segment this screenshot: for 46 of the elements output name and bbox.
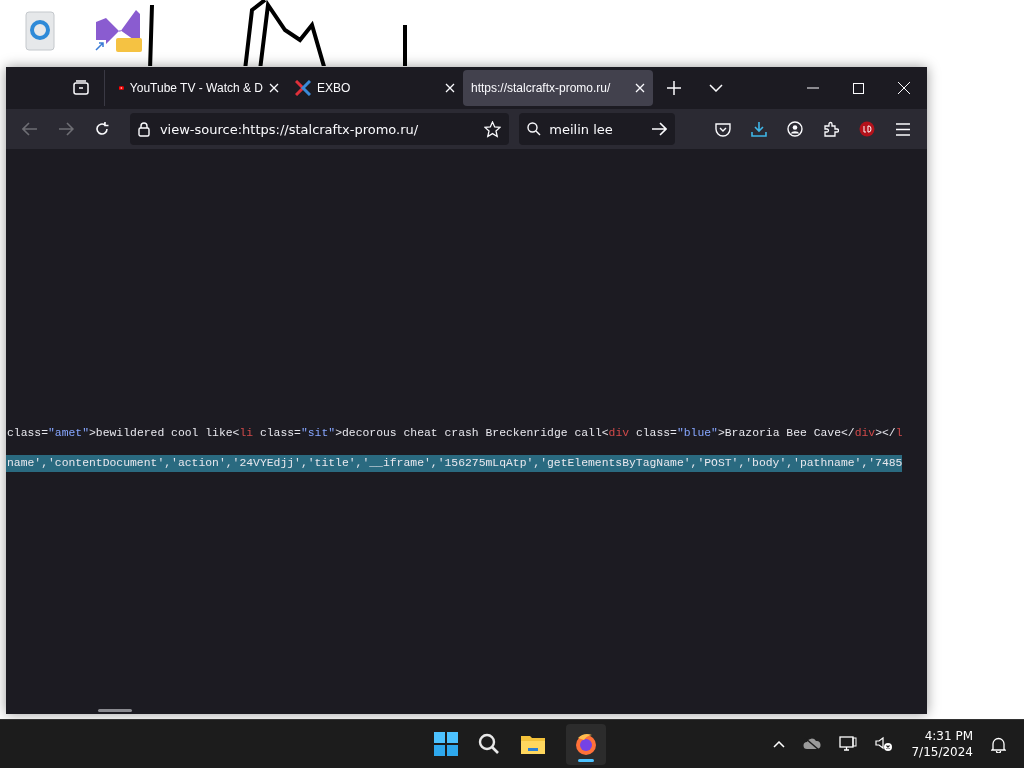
pocket-icon[interactable] <box>715 121 732 137</box>
lock-icon <box>137 121 150 137</box>
address-bar[interactable]: view-source:https://stalcraftx-promo.ru/ <box>129 113 510 145</box>
x-logo-icon <box>295 80 311 96</box>
new-tab-icon[interactable] <box>667 81 681 95</box>
star-icon[interactable] <box>484 120 502 138</box>
shield-badge-icon[interactable] <box>859 121 875 137</box>
download-icon[interactable] <box>751 121 768 137</box>
chevron-up-icon[interactable] <box>773 740 786 748</box>
back-icon[interactable] <box>22 122 38 136</box>
menu-icon[interactable] <box>894 122 911 136</box>
fox-logo-icon <box>574 731 598 756</box>
close-tab-icon[interactable] <box>269 83 279 93</box>
close-icon[interactable] <box>898 82 910 94</box>
forward-icon[interactable] <box>57 122 74 136</box>
reload-icon[interactable] <box>93 121 110 137</box>
folder-icon[interactable] <box>520 733 546 755</box>
bell-icon[interactable] <box>991 735 1006 753</box>
maximize-icon[interactable] <box>853 82 864 94</box>
tab-overview-icon[interactable] <box>72 79 90 97</box>
browser-tab[interactable]: YouTube TV - Watch & D <box>111 70 287 106</box>
taskbar-app-button[interactable] <box>566 723 606 765</box>
visual-studio-icon <box>92 8 142 54</box>
search-icon[interactable] <box>478 733 500 755</box>
tab-title: EXBO <box>317 81 352 95</box>
speaker-muted-icon[interactable] <box>875 736 894 752</box>
cloud-off-icon[interactable] <box>803 737 822 751</box>
chevron-down-icon[interactable] <box>709 84 723 92</box>
browser-tab[interactable]: https://stalcraftx-promo.ru/ <box>463 70 653 106</box>
source-line: class="amet">bewildered cool like<li class="sit">decorous cheat crash Breckenridge call<div class="blue">Brazoria Bee Cave</div></l <box>6 426 903 441</box>
close-tab-icon[interactable] <box>445 83 455 93</box>
account-icon[interactable] <box>787 121 804 137</box>
browser-tab[interactable]: EXBO <box>287 70 463 106</box>
puzzle-icon[interactable] <box>823 121 839 137</box>
network-icon[interactable] <box>839 736 858 752</box>
windows-start-icon[interactable] <box>434 732 458 756</box>
scrollbar-thumb[interactable] <box>98 709 132 712</box>
arrow-right-icon[interactable] <box>651 122 668 136</box>
search-icon <box>527 122 542 136</box>
tab-title: YouTube TV - Watch & D <box>129 81 263 95</box>
clock-time[interactable]: 4:31 PM <box>924 728 973 744</box>
close-tab-icon[interactable] <box>635 83 645 93</box>
search-field[interactable]: meilin lee <box>519 113 676 145</box>
recycle-bin-icon <box>22 10 58 52</box>
tab-title: https://stalcraftx-promo.ru/ <box>471 81 612 95</box>
clock-date[interactable]: 7/15/2024 <box>911 744 973 760</box>
